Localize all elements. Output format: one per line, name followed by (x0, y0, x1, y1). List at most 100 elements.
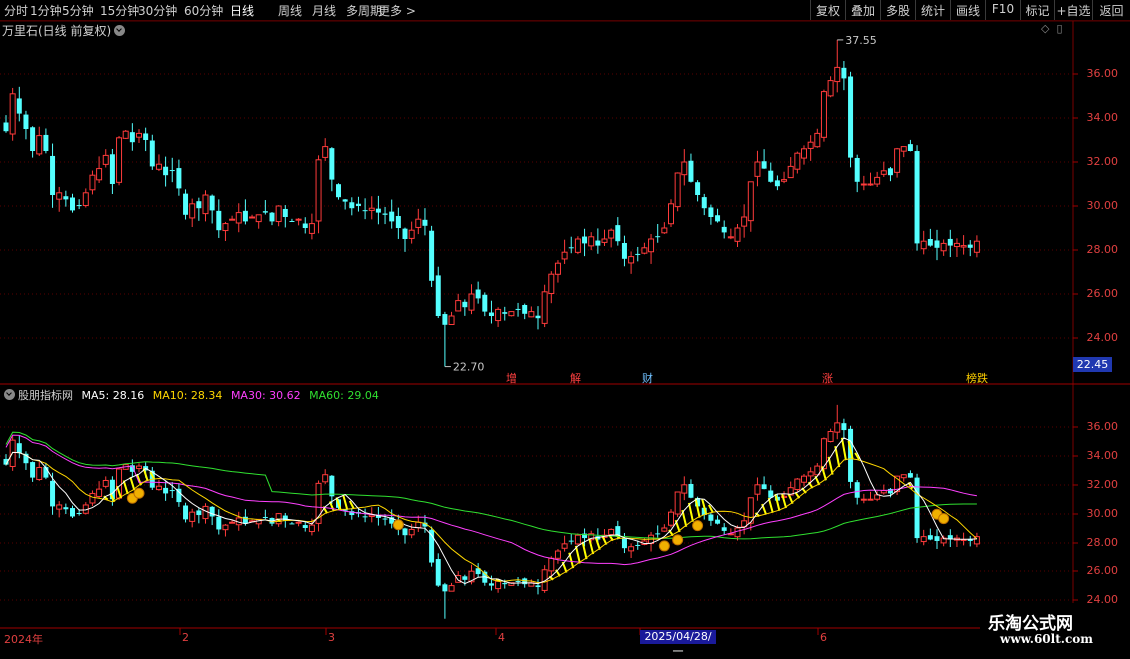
main-candle-up (953, 242, 960, 248)
main-candle-down (169, 170, 175, 172)
main-candle-up (155, 163, 162, 170)
event-marker[interactable]: 涨 (822, 370, 833, 386)
watermark: 乐淘公式网 www.60lt.com (980, 603, 1130, 650)
indicator-dropdown-icon[interactable] (4, 389, 15, 400)
indicator-candle-up (608, 528, 615, 536)
indicator-candle-down (262, 516, 268, 518)
main-candle-up (681, 161, 688, 176)
indicator-candle-up (561, 543, 568, 549)
ribbon-hatch (574, 545, 581, 564)
main-candle-down (50, 155, 56, 195)
main-candle-down (329, 148, 335, 180)
indicator-candle-down (708, 514, 714, 521)
date-label-jun: 6 (820, 631, 827, 644)
indicator-candle-down (50, 480, 56, 507)
main-candle-up (508, 311, 515, 317)
main-candle-down (289, 220, 295, 222)
indicator-candle-up (495, 580, 502, 590)
main-candle-down (109, 154, 115, 184)
indicator-candle-up (668, 511, 674, 526)
main-candle-down (914, 151, 920, 244)
indicator-candle-down (715, 519, 721, 524)
main-y-tick: 30.00 (1086, 199, 1119, 212)
main-candle-down (362, 210, 368, 212)
main-candle-down (854, 157, 860, 182)
indicator-y-tick: 30.00 (1086, 507, 1119, 520)
main-candle-down (721, 226, 727, 233)
indicator-candle-down (169, 490, 175, 492)
main-candle-up (202, 194, 209, 215)
main-candle-down (262, 211, 268, 213)
main-candle-down (395, 216, 401, 228)
indicator-candle-up (674, 491, 681, 515)
ma60-value: MA60: 29.04 (309, 389, 379, 402)
main-candle-up (36, 135, 43, 155)
event-marker[interactable]: 增 (506, 370, 517, 386)
indicator-candle-up (827, 431, 834, 443)
indicator-candle-down (183, 505, 189, 520)
main-candle-down (70, 197, 75, 211)
indicator-candle-down (329, 475, 335, 497)
main-candle-down (282, 208, 288, 217)
main-candle-up (668, 203, 674, 225)
indicator-candle-up (415, 521, 422, 529)
main-candle-down (389, 211, 395, 222)
signal-coin-icon (692, 520, 704, 532)
main-candle-down (595, 240, 601, 246)
main-candle-down (768, 170, 774, 182)
main-candle-down (163, 166, 169, 176)
main-candle-up (940, 242, 947, 252)
event-marker[interactable]: 解 (570, 370, 581, 386)
indicator-candle-up (554, 550, 561, 559)
event-marker[interactable]: 财 (642, 370, 653, 386)
indicator-candle-down (63, 507, 69, 510)
main-candle-down (695, 182, 701, 195)
main-candle-up (448, 315, 455, 325)
indicator-candle-down (907, 473, 913, 478)
indicator-candle-down (362, 516, 368, 518)
main-candle-down (701, 197, 707, 209)
indicator-candle-up (36, 467, 43, 481)
main-candle-up (322, 146, 329, 158)
main-candle-up (415, 218, 422, 228)
main-candle-down (535, 315, 541, 319)
kline-chart[interactable]: 37.55 22.70 (0, 0, 1130, 650)
indicator-candle-down (16, 443, 22, 454)
main-candle-down (143, 133, 149, 140)
main-candle-down (462, 301, 468, 308)
main-candle-down (349, 202, 355, 209)
indicator-candle-up (754, 484, 761, 495)
indicator-candle-down (761, 484, 767, 490)
main-candle-up (973, 240, 980, 253)
main-candle-down (841, 67, 847, 79)
indicator-candle-up (867, 498, 874, 501)
main-candle-up (807, 141, 814, 149)
main-candle-up (89, 174, 96, 191)
indicator-candle-up (801, 475, 807, 483)
event-marker[interactable]: 榜跌 (966, 370, 988, 386)
main-candle-up (56, 192, 63, 200)
indicator-candle-down (522, 578, 528, 585)
watermark-title: 乐淘公式网 (988, 614, 1073, 634)
indicator-candle-down (621, 537, 627, 549)
indicator-candle-up (574, 534, 581, 545)
main-candle-down (522, 304, 528, 314)
main-candle-up (727, 236, 734, 239)
indicator-candle-down (209, 506, 215, 517)
indicator-y-tick: 32.00 (1086, 478, 1119, 491)
main-candle-down (515, 308, 521, 310)
main-candle-down (708, 207, 714, 217)
main-candle-down (621, 243, 627, 259)
signal-coin-icon (938, 513, 950, 525)
main-candle-up (255, 214, 262, 223)
main-candle-up (368, 207, 375, 211)
main-candle-up (574, 238, 581, 253)
indicator-candle-up (920, 536, 927, 543)
main-candle-up (528, 311, 535, 318)
main-candle-up (408, 229, 415, 239)
main-candle-down (183, 193, 189, 215)
indicator-title: 股朋指标网 MA5: 28.16 MA10: 28.34 MA30: 30.62… (4, 387, 384, 403)
indicator-candle-up (880, 490, 887, 494)
main-candle-down (582, 236, 588, 244)
main-candle-up (82, 192, 89, 206)
